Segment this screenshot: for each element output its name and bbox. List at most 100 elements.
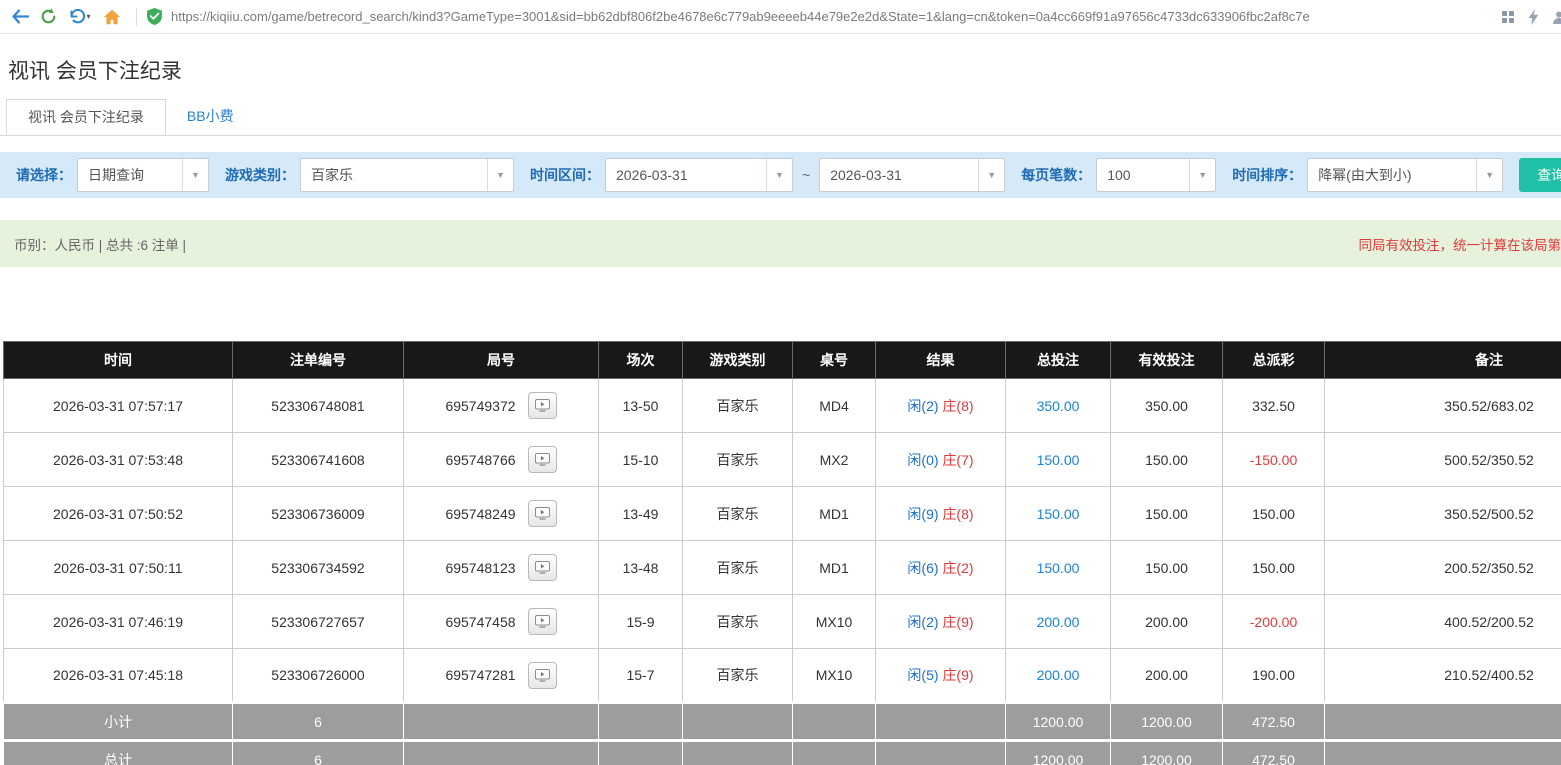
total-bet-link[interactable]: 200.00 <box>1037 667 1080 683</box>
game-type-label: 游戏类别： <box>225 165 295 185</box>
cell-total-bet: 350.00 <box>1006 379 1111 433</box>
video-replay-button[interactable] <box>528 446 557 473</box>
security-shield-icon[interactable] <box>147 8 162 25</box>
total-bet-link[interactable]: 200.00 <box>1037 614 1080 630</box>
table-row: 2026-03-31 07:46:19523306727657695747458… <box>4 595 1561 649</box>
column-header-8: 有效投注 <box>1111 342 1223 379</box>
date-from-select[interactable]: 2026-03-31 ▼ <box>605 158 793 192</box>
undo-button[interactable]: ▾ <box>62 3 98 31</box>
video-replay-button[interactable] <box>528 662 557 689</box>
game-type-select[interactable]: 百家乐 ▼ <box>300 158 514 192</box>
user-icon[interactable] <box>1552 10 1561 24</box>
column-header-0: 时间 <box>4 342 233 379</box>
tab-bb-tips[interactable]: BB小费 <box>166 99 255 135</box>
video-replay-icon <box>535 507 550 520</box>
cell-note: 200.52/350.52 <box>1325 541 1561 595</box>
column-header-2: 局号 <box>404 342 599 379</box>
summary-row: 小计61200.001200.00472.50 <box>4 703 1561 741</box>
video-replay-button[interactable] <box>528 392 557 419</box>
currency-summary: 币别：人民币 | 总共 :6 注单 | <box>14 234 186 254</box>
undo-icon <box>69 9 85 24</box>
round-id-value: 695748766 <box>445 452 515 468</box>
search-button[interactable]: 查询 <box>1519 158 1561 192</box>
date-mode-select[interactable]: 日期查询 ▼ <box>77 158 209 192</box>
cell-session: 15-7 <box>599 649 683 703</box>
total-bet-link[interactable]: 150.00 <box>1037 506 1080 522</box>
cell-bet-id: 523306736009 <box>233 487 404 541</box>
cell-game-type: 百家乐 <box>683 649 793 703</box>
result-player: 闲(2) <box>907 398 938 414</box>
tab-bet-records[interactable]: 视讯 会员下注纪录 <box>6 99 166 135</box>
column-header-1: 注单编号 <box>233 342 404 379</box>
chevron-down-icon: ▼ <box>1189 159 1215 191</box>
filter-bar: 请选择： 日期查询 ▼ 游戏类别： 百家乐 ▼ 时间区间： 2026-03-31… <box>0 152 1561 198</box>
cell-table-no: MD4 <box>793 379 876 433</box>
address-bar[interactable]: https://kiqiiu.com/game/betrecord_search… <box>147 8 1489 25</box>
date-to-select[interactable]: 2026-03-31 ▼ <box>819 158 1005 192</box>
video-replay-icon <box>535 561 550 574</box>
cell-payout: -200.00 <box>1223 595 1325 649</box>
result-player: 闲(5) <box>907 667 938 683</box>
video-replay-icon <box>535 399 550 412</box>
total-bet-link[interactable]: 150.00 <box>1037 560 1080 576</box>
table-row: 2026-03-31 07:57:17523306748081695749372… <box>4 379 1561 433</box>
url-text[interactable]: https://kiqiiu.com/game/betrecord_search… <box>171 9 1310 24</box>
cell-round-id: 695747458 <box>404 595 599 649</box>
time-range-label: 时间区间： <box>530 165 600 185</box>
cell-total-bet: 150.00 <box>1006 487 1111 541</box>
result-player: 闲(6) <box>907 560 938 576</box>
result-banker: 庄(8) <box>942 398 973 414</box>
cell-game-type: 百家乐 <box>683 541 793 595</box>
video-replay-button[interactable] <box>528 500 557 527</box>
back-button[interactable] <box>6 3 34 31</box>
home-icon <box>103 9 121 25</box>
summary-cell <box>404 703 599 741</box>
refresh-icon <box>40 8 57 25</box>
home-button[interactable] <box>98 3 126 31</box>
page-size-select[interactable]: 100 ▼ <box>1096 158 1216 192</box>
select-mode-label: 请选择： <box>16 165 72 185</box>
table-row: 2026-03-31 07:50:11523306734592695748123… <box>4 541 1561 595</box>
sort-order-select[interactable]: 降幂(由大到小) ▼ <box>1307 158 1503 192</box>
summary-cell: 1200.00 <box>1111 703 1223 741</box>
chevron-down-icon: ▼ <box>978 159 1004 191</box>
result-banker: 庄(9) <box>942 667 973 683</box>
video-replay-button[interactable] <box>528 554 557 581</box>
summary-cell <box>793 703 876 741</box>
summary-row: 总计61200.001200.00472.50 <box>4 741 1561 765</box>
result-banker: 庄(9) <box>942 614 973 630</box>
refresh-button[interactable] <box>34 3 62 31</box>
cell-payout: -150.00 <box>1223 433 1325 487</box>
cell-time: 2026-03-31 07:53:48 <box>4 433 233 487</box>
total-bet-link[interactable]: 350.00 <box>1037 398 1080 414</box>
cell-valid-bet: 150.00 <box>1111 487 1223 541</box>
cell-session: 13-48 <box>599 541 683 595</box>
browser-toolbar: ▾ https://kiqiiu.com/game/betrecord_sear… <box>0 0 1561 34</box>
table-row: 2026-03-31 07:53:48523306741608695748766… <box>4 433 1561 487</box>
result-player: 闲(2) <box>907 614 938 630</box>
round-id-value: 695747458 <box>445 614 515 630</box>
cell-payout: 190.00 <box>1223 649 1325 703</box>
video-replay-button[interactable] <box>528 608 557 635</box>
sort-order-label: 时间排序： <box>1232 165 1302 185</box>
summary-cell: 1200.00 <box>1006 741 1111 765</box>
cell-bet-id: 523306727657 <box>233 595 404 649</box>
cell-valid-bet: 150.00 <box>1111 541 1223 595</box>
cell-bet-id: 523306748081 <box>233 379 404 433</box>
table-row: 2026-03-31 07:45:18523306726000695747281… <box>4 649 1561 703</box>
cell-table-no: MD1 <box>793 541 876 595</box>
summary-cell <box>876 741 1006 765</box>
total-bet-link[interactable]: 150.00 <box>1037 452 1080 468</box>
cell-note: 210.52/400.52 <box>1325 649 1561 703</box>
lightning-icon[interactable] <box>1528 9 1539 25</box>
cell-bet-id: 523306726000 <box>233 649 404 703</box>
grid-icon[interactable] <box>1501 10 1515 24</box>
cell-round-id: 695748766 <box>404 433 599 487</box>
summary-cell <box>599 703 683 741</box>
summary-cell <box>404 741 599 765</box>
result-banker: 庄(7) <box>942 452 973 468</box>
cell-valid-bet: 200.00 <box>1111 649 1223 703</box>
cell-result: 闲(2) 庄(9) <box>876 595 1006 649</box>
cell-result: 闲(2) 庄(8) <box>876 379 1006 433</box>
history-dropdown-icon[interactable]: ▾ <box>86 12 90 21</box>
